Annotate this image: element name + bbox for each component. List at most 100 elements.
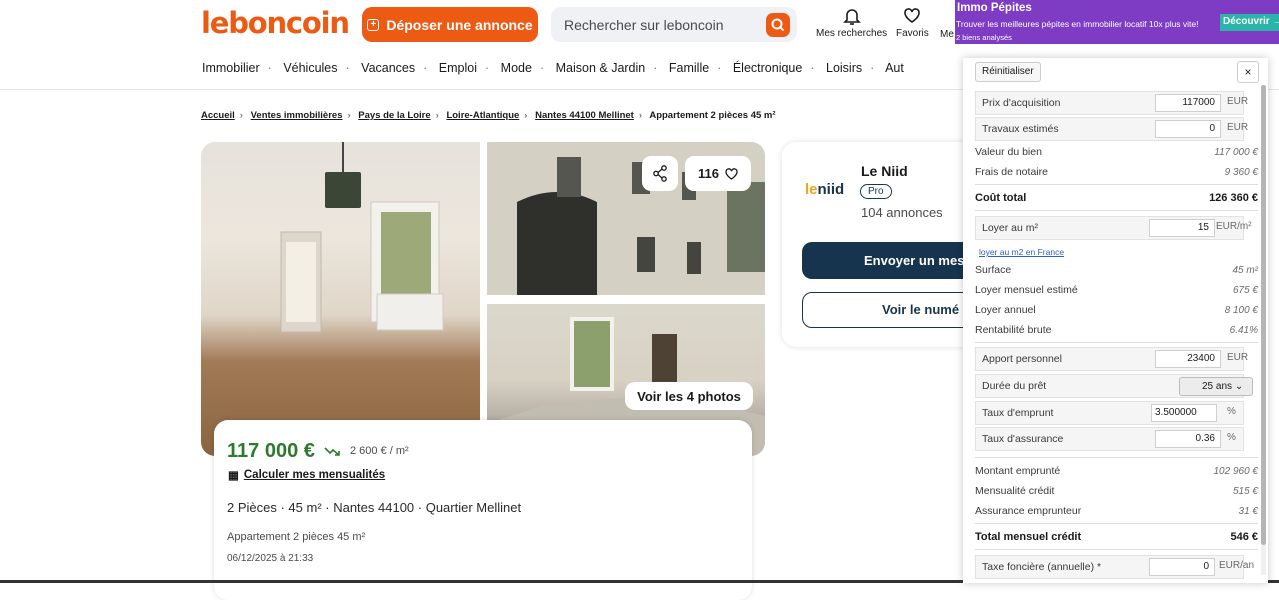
agent-card: leniid Le Niid Pro 104 annonces Envoyer …	[782, 142, 982, 347]
see-all-photos-button[interactable]: Voir les 4 photos	[625, 382, 753, 410]
listing-title: Appartement 2 pièces 45 m²	[227, 531, 366, 543]
divider	[975, 457, 1258, 458]
pro-badge: Pro	[860, 184, 892, 199]
calculator-icon: ▦	[228, 470, 239, 482]
chevron-right-icon: ›	[347, 110, 351, 121]
main-photo[interactable]	[201, 142, 480, 456]
loan-duration-select[interactable]: 25 ans ⌄	[1179, 377, 1253, 396]
extension-subtitle: Trouver les meilleures pépites en immobi…	[956, 19, 1199, 29]
rent-per-m2-input[interactable]: 15	[1149, 219, 1215, 237]
total-monthly-credit-row: Total mensuel crédit 546 €	[975, 531, 1258, 543]
calculate-payments-label: Calculer mes mensualités	[243, 469, 386, 481]
down-payment-row: Apport personnel 23400 EUR	[975, 347, 1248, 371]
trend-down-icon	[324, 445, 342, 459]
discover-button[interactable]: Découvrir →	[1220, 14, 1279, 31]
surface-row: Surface 45 m²	[975, 264, 1258, 276]
share-icon	[653, 165, 667, 182]
rent-unit: EUR/m²	[1216, 221, 1252, 232]
search-input[interactable]: Rechercher sur leboncoin	[551, 7, 797, 42]
reset-button[interactable]: Réinitialiser	[975, 62, 1041, 82]
post-ad-button[interactable]: + Déposer une annonce	[362, 7, 538, 42]
agent-logo[interactable]: leniid	[805, 181, 844, 198]
acquisition-price-row: Prix d'acquisition 117000 EUR	[975, 91, 1248, 115]
extension-title: Immo Pépites	[957, 2, 1032, 14]
breadcrumb-link[interactable]: Loire-Atlantique	[446, 110, 519, 121]
see-number-button[interactable]: Voir le numé	[802, 292, 982, 328]
property-value-row: Valeur du bien 117 000 €	[975, 146, 1258, 158]
listing-summary: 2 Pièces · 45 m² · Nantes 44100 · Quarti…	[227, 500, 522, 515]
extension-banner: Immo Pépites Trouver les meilleures pépi…	[955, 0, 1279, 44]
send-message-button[interactable]: Envoyer un mes	[802, 242, 982, 279]
rent-per-m2-link[interactable]: loyer au m2 en France	[979, 247, 1064, 257]
bell-icon	[842, 9, 861, 25]
loan-duration-label: Durée du prêt	[982, 380, 1047, 392]
chevron-down-icon: ⌄	[1234, 381, 1244, 392]
insurance-rate-label: Taux d'assurance	[982, 433, 1064, 445]
breadcrumb-link[interactable]: Ventes immobilières	[251, 110, 343, 121]
chevron-right-icon: ›	[638, 110, 643, 121]
category-item[interactable]: Loisirs	[826, 61, 862, 75]
insurance-rate-row: Taux d'assurance 0.36 %	[975, 427, 1244, 451]
plus-icon: +	[367, 18, 380, 31]
currency-unit: EUR	[1227, 122, 1249, 133]
search-icon	[771, 18, 785, 32]
my-searches-link[interactable]: Mes recherches	[816, 6, 887, 39]
interest-rate-label: Taux d'emprunt	[982, 407, 1054, 419]
borrowed-amount-row: Montant emprunté 102 960 €	[975, 465, 1258, 477]
currency-unit: EUR	[1227, 96, 1249, 107]
share-button[interactable]	[642, 156, 678, 191]
breadcrumb-link[interactable]: Nantes 44100 Mellinet	[535, 110, 634, 121]
rent-per-m2-label: Loyer au m²	[982, 222, 1039, 234]
category-item[interactable]: Famille	[669, 61, 709, 75]
percent-unit: %	[1227, 432, 1236, 443]
property-tax-label: Taxe foncière (annuelle) *	[982, 561, 1102, 573]
percent-unit: %	[1227, 406, 1236, 417]
works-input[interactable]: 0	[1155, 120, 1221, 138]
divider	[975, 342, 1258, 343]
category-item[interactable]: Véhicules	[283, 61, 337, 75]
breadcrumb-link[interactable]: Pays de la Loire	[358, 110, 430, 121]
post-ad-label: Déposer une annonce	[386, 16, 533, 33]
search-button[interactable]	[766, 13, 790, 37]
down-payment-input[interactable]: 23400	[1155, 350, 1221, 368]
messages-link[interactable]: Me	[940, 29, 954, 40]
property-tax-row: Taxe foncière (annuelle) * 0 EUR/an	[975, 555, 1254, 579]
category-item[interactable]: Électronique	[733, 61, 803, 75]
insurance-rate-input[interactable]: 0.36	[1155, 430, 1221, 448]
divider	[975, 184, 1258, 185]
agent-name[interactable]: Le Niid	[861, 163, 908, 179]
panel-scrollbar-thumb[interactable]	[1261, 85, 1266, 545]
agent-listings-count[interactable]: 104 annonces	[861, 205, 943, 220]
messages-label: Me	[940, 29, 954, 40]
works-label: Travaux estimés	[982, 123, 1059, 135]
category-item[interactable]: Emploi	[439, 61, 477, 75]
heart-icon	[904, 8, 921, 23]
down-payment-label: Apport personnel	[982, 353, 1062, 365]
monthly-credit-row: Mensualité crédit 515 €	[975, 485, 1258, 497]
category-item[interactable]: Maison & Jardin	[556, 61, 646, 75]
category-nav: Immobilier · Véhicules · Vacances · Emploi ·…	[202, 61, 904, 75]
breadcrumb-link[interactable]: Accueil	[201, 110, 235, 121]
favorite-button[interactable]: 116	[685, 156, 751, 191]
leboncoin-logo[interactable]: leboncoin	[201, 6, 350, 40]
favorites-count: 116	[698, 166, 719, 181]
interest-rate-input[interactable]: 3.500000	[1151, 404, 1217, 422]
close-icon[interactable]: ×	[1237, 61, 1259, 83]
calculate-payments-link[interactable]: ▦ Calculer mes mensualités	[228, 468, 385, 482]
price-card: 117 000 € 2 600 € / m² ▦ Calculer mes me…	[214, 420, 752, 600]
chevron-right-icon: ›	[239, 110, 243, 121]
category-item[interactable]: Vacances	[361, 61, 415, 75]
category-item[interactable]: Mode	[501, 61, 532, 75]
chevron-right-icon: ›	[524, 110, 528, 121]
investment-calculator-panel: Réinitialiser × Prix d'acquisition 11700…	[963, 58, 1268, 583]
search-placeholder: Rechercher sur leboncoin	[564, 17, 724, 33]
favorites-label: Favoris	[896, 28, 929, 39]
category-item[interactable]: Immobilier	[202, 61, 260, 75]
acquisition-price-label: Prix d'acquisition	[982, 97, 1061, 109]
category-item[interactable]: Aut	[885, 61, 904, 75]
acquisition-price-input[interactable]: 117000	[1155, 94, 1221, 112]
analyzed-count: 2 biens analysés	[956, 33, 1012, 42]
favorites-link[interactable]: Favoris	[896, 6, 929, 39]
property-tax-input[interactable]: 0	[1149, 558, 1215, 576]
notary-fees-row: Frais de notaire 9 360 €	[975, 166, 1258, 178]
